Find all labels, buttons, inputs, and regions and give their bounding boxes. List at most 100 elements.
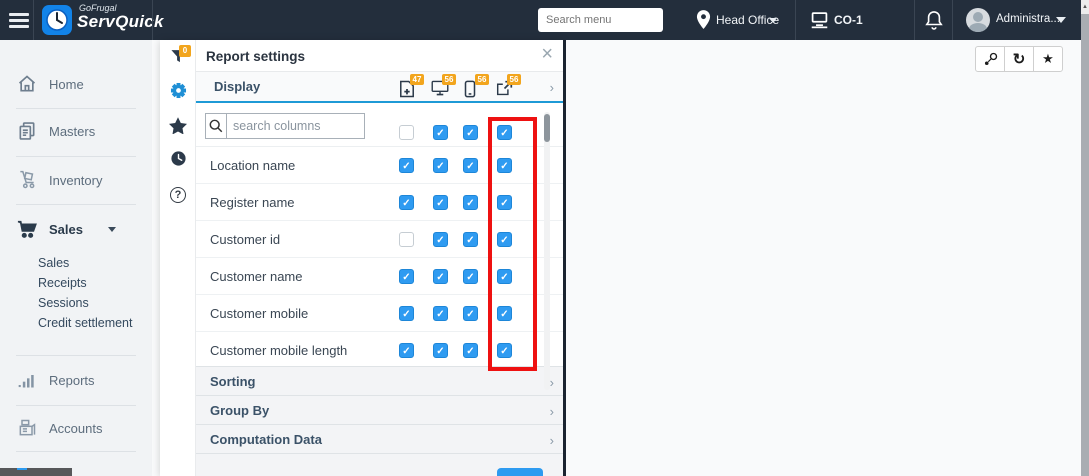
register-selector[interactable]: CO-1	[834, 13, 863, 27]
notifications-bell-icon[interactable]	[925, 10, 943, 30]
user-avatar[interactable]	[966, 8, 990, 32]
checkbox-checked[interactable]	[433, 195, 448, 210]
sidebar-item-inventory[interactable]: Inventory	[0, 165, 152, 195]
brand-wordmark: GoFrugal ServQuick	[77, 3, 164, 32]
app-screen: GoFrugal ServQuick Head Office CO-1 Admi…	[0, 0, 1089, 476]
column-row: Register name	[196, 184, 563, 221]
close-icon[interactable]	[541, 43, 553, 66]
checkbox-checked[interactable]	[399, 343, 414, 358]
checkbox-checked[interactable]	[463, 306, 478, 321]
checkbox-unchecked[interactable]	[399, 232, 414, 247]
checkbox-checked[interactable]	[463, 269, 478, 284]
panel-title: Report settings	[206, 49, 306, 64]
reports-icon	[16, 371, 38, 389]
sidebar-item-home[interactable]: Home	[0, 69, 152, 99]
desktop-counter: 56	[431, 74, 461, 100]
checkbox-checked[interactable]	[399, 195, 414, 210]
favorite-button[interactable]	[1033, 46, 1063, 72]
sidebar-item-label: Masters	[49, 123, 96, 139]
divider	[152, 0, 153, 40]
brand-line2: ServQuick	[77, 12, 164, 32]
checkbox-checked[interactable]	[463, 125, 478, 140]
checkbox-checked[interactable]	[399, 306, 414, 321]
history-clock-icon[interactable]	[160, 150, 196, 172]
section-sorting[interactable]: Sorting	[196, 366, 563, 395]
share-counter: 56	[496, 74, 526, 100]
divider	[33, 0, 34, 40]
column-label: Customer mobile length	[210, 343, 348, 358]
sidebar-subitem-receipts[interactable]: Receipts	[38, 273, 87, 293]
search-icon	[205, 113, 227, 139]
help-icon[interactable]	[160, 185, 196, 203]
checkbox-checked[interactable]	[497, 232, 512, 247]
scroll-up-arrow-icon[interactable]	[1081, 0, 1089, 14]
chevron-right-icon	[550, 404, 554, 419]
masters-icon	[16, 121, 38, 141]
checkbox-checked[interactable]	[463, 232, 478, 247]
apply-button[interactable]	[497, 468, 543, 476]
checkbox-checked[interactable]	[463, 343, 478, 358]
checkbox-unchecked[interactable]	[399, 125, 414, 140]
chevron-down-icon[interactable]	[1056, 17, 1066, 23]
servquick-logo-icon[interactable]	[42, 5, 72, 40]
sidebar-item-masters[interactable]: Masters	[0, 116, 152, 146]
section-group-by[interactable]: Group By	[196, 395, 563, 424]
gear-icon[interactable]	[160, 81, 196, 105]
star-icon[interactable]	[160, 117, 196, 139]
flow-button[interactable]	[975, 46, 1005, 72]
sidebar-subitem-sales[interactable]: Sales	[38, 253, 69, 273]
section-label: Sorting	[210, 374, 256, 389]
column-row: Customer mobile	[196, 295, 563, 332]
checkbox-checked[interactable]	[433, 158, 448, 173]
count-badge: 56	[507, 74, 521, 85]
section-label: Computation Data	[210, 432, 322, 447]
menu-search-input[interactable]	[538, 14, 690, 26]
sidebar-subitem-sessions[interactable]: Sessions	[38, 293, 89, 313]
checkbox-checked[interactable]	[433, 269, 448, 284]
chevron-right-icon	[550, 433, 554, 448]
section-label: Display	[214, 79, 261, 94]
column-search-input[interactable]	[227, 113, 365, 139]
checkbox-checked[interactable]	[463, 158, 478, 173]
divider	[795, 0, 796, 40]
checkbox-checked[interactable]	[497, 158, 512, 173]
section-display[interactable]: Display 47 56 56 56	[196, 72, 563, 103]
checkbox-checked[interactable]	[497, 125, 512, 140]
page-scrollbar[interactable]	[1081, 0, 1089, 476]
hamburger-menu-icon[interactable]	[9, 13, 29, 28]
checkbox-checked[interactable]	[399, 158, 414, 173]
column-label: Location name	[210, 158, 296, 173]
checkbox-checked[interactable]	[433, 343, 448, 358]
panel-scrollbar-thumb[interactable]	[544, 114, 550, 142]
page-add-counter: 47	[399, 74, 429, 100]
column-row: Location name	[196, 147, 563, 184]
sidebar-subitem-credit-settlement[interactable]: Credit settlement	[38, 313, 132, 333]
checkbox-checked[interactable]	[399, 269, 414, 284]
sidebar-item-accounts[interactable]: Accounts	[0, 413, 152, 443]
sidebar-item-reports[interactable]: Reports	[0, 365, 152, 395]
sidebar-item-sales[interactable]: Sales	[0, 214, 152, 244]
checkbox-checked[interactable]	[497, 269, 512, 284]
panel-scrollbar[interactable]	[544, 112, 550, 390]
refresh-button[interactable]	[1004, 46, 1034, 72]
column-rows: Location name Register name Customer id Cus…	[196, 147, 563, 366]
checkbox-checked[interactable]	[433, 125, 448, 140]
chevron-down-icon[interactable]	[769, 18, 777, 23]
checkbox-checked[interactable]	[497, 343, 512, 358]
chevron-right-icon	[550, 80, 554, 95]
checkbox-checked[interactable]	[497, 195, 512, 210]
bottom-left-tooltip-fragment	[0, 468, 72, 476]
user-menu[interactable]: Administra...	[996, 13, 1060, 25]
count-badge: 47	[410, 74, 424, 85]
section-computation-data[interactable]: Computation Data	[196, 424, 563, 453]
report-settings-panel: 0 Report settings Display	[160, 40, 563, 476]
register-icon	[811, 12, 828, 29]
sidebar-item-label: Accounts	[49, 420, 103, 436]
sidebar-item-label: Reports	[49, 372, 95, 388]
checkbox-checked[interactable]	[433, 306, 448, 321]
checkbox-checked[interactable]	[463, 195, 478, 210]
checkbox-checked[interactable]	[433, 232, 448, 247]
column-label: Customer mobile	[210, 306, 309, 321]
checkbox-checked[interactable]	[497, 306, 512, 321]
column-row: Customer name	[196, 258, 563, 295]
